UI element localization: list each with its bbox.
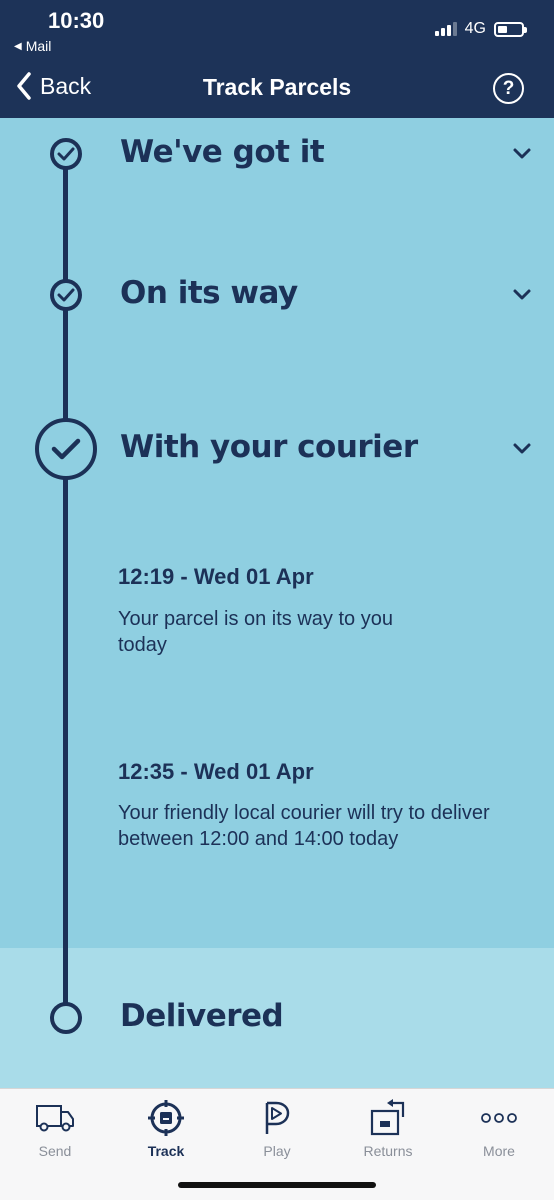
event-description: Your parcel is on its way to you today <box>118 608 393 656</box>
stage-pending-node <box>49 1002 82 1034</box>
tab-label: Send <box>38 1143 72 1159</box>
stage-complete-node <box>49 279 82 311</box>
event-time: 12:19 - Wed 01 Apr <box>118 564 314 589</box>
network-label: 4G <box>464 20 486 37</box>
back-to-app[interactable]: ◀ Mail <box>14 38 51 54</box>
help-icon: ? <box>502 77 515 99</box>
target-icon <box>148 1100 184 1136</box>
event-time: 12:35 - Wed 01 Apr <box>118 759 314 784</box>
tab-play[interactable]: Play <box>222 1097 332 1159</box>
tab-more[interactable]: More <box>444 1097 554 1159</box>
tab-send[interactable]: Send <box>0 1097 110 1159</box>
help-button[interactable]: ? <box>493 73 524 104</box>
check-icon <box>57 288 74 302</box>
stage-title-with-courier[interactable]: With your courier <box>120 429 418 465</box>
tab-label: Track <box>147 1143 185 1159</box>
top-bar: 10:30 ◀ Mail 4G Back Track Parcels ? <box>0 0 554 118</box>
tab-returns[interactable]: Returns <box>333 1097 443 1159</box>
battery-icon <box>494 21 527 37</box>
play-p-icon <box>265 1101 290 1134</box>
signal-icon <box>434 22 457 36</box>
chevron-down-icon[interactable] <box>510 437 534 461</box>
status-time: 10:30 <box>48 8 105 33</box>
more-dots-icon <box>481 1113 517 1123</box>
stage-current-node <box>34 418 97 480</box>
event-description: Your friendly local courier will try to … <box>118 802 490 850</box>
tab-label: Play <box>263 1143 291 1159</box>
home-indicator[interactable] <box>178 1182 376 1188</box>
tab-label: More <box>483 1143 515 1159</box>
van-icon <box>36 1105 74 1132</box>
stage-complete-node <box>49 138 82 170</box>
stage-title-on-its-way[interactable]: On its way <box>120 275 298 311</box>
returns-box-icon <box>370 1099 405 1136</box>
status-indicators: 4G <box>434 20 527 38</box>
stage-title-received[interactable]: We've got it <box>120 134 325 170</box>
tab-track[interactable]: Track <box>111 1097 221 1159</box>
chevron-down-icon[interactable] <box>510 142 534 166</box>
back-app-label: Mail <box>25 38 52 54</box>
back-triangle-icon: ◀ <box>14 40 22 52</box>
chevron-down-icon[interactable] <box>510 283 534 307</box>
page-title: Track Parcels <box>202 74 352 100</box>
check-icon <box>57 147 74 161</box>
check-icon <box>51 438 80 460</box>
stage-title-delivered[interactable]: Delivered <box>120 998 284 1034</box>
tab-label: Returns <box>363 1143 413 1159</box>
